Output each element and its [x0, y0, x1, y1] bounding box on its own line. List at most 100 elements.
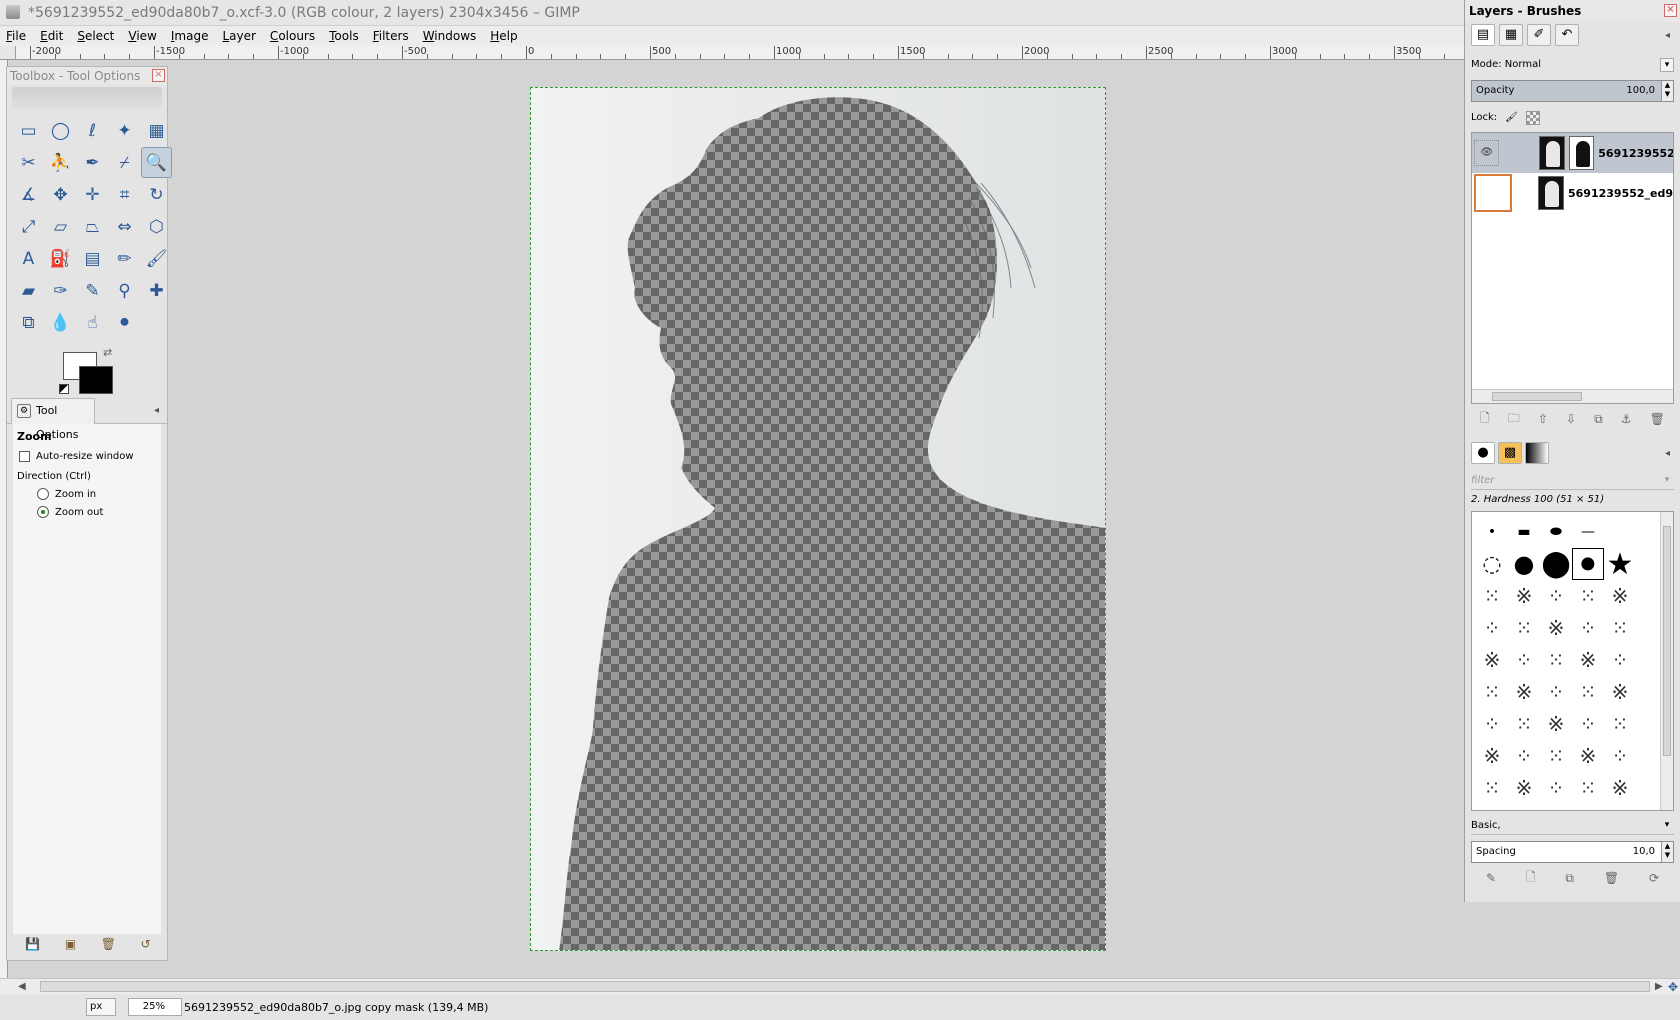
perspective-tool-icon[interactable]: ⏢ — [77, 211, 108, 242]
menu-image[interactable]: Image — [171, 29, 209, 43]
tab-channels[interactable]: ▦ — [1499, 24, 1523, 46]
zoom-tool-icon[interactable]: 🔍 — [141, 147, 172, 178]
brush-thumbnail[interactable]: ⁙ — [1540, 740, 1572, 772]
brush-thumbnail[interactable]: ⁘ — [1508, 644, 1540, 676]
horizontal-ruler[interactable]: -2000 -1500 -1000 -500 0 500 1000 1500 2000 2500 3… — [16, 46, 1495, 60]
brush-thumbnail[interactable]: ⁘ — [1540, 772, 1572, 804]
rect-select-tool-icon[interactable]: ▭ — [13, 115, 44, 146]
brush-thumbnail[interactable]: ⁘ — [1476, 708, 1508, 740]
clone-tool-icon[interactable]: ⚲ — [109, 275, 140, 306]
brushes-dock-menu-icon[interactable]: ◂ — [1665, 448, 1670, 459]
brush-thumbnail[interactable]: ★ — [1604, 547, 1636, 582]
brush-vertical-scrollbar[interactable] — [1660, 512, 1673, 810]
menu-help[interactable]: Help — [490, 29, 517, 43]
navigate-icon[interactable]: ✥ — [1668, 980, 1678, 994]
brush-thumbnail[interactable]: ⁘ — [1604, 740, 1636, 772]
duplicate-brush-icon[interactable]: ⧉ — [1565, 871, 1574, 886]
brush-thumbnail[interactable]: ※ — [1508, 580, 1540, 612]
layer-name[interactable]: 5691239552 — [1598, 147, 1673, 160]
new-brush-icon[interactable]: 🗋 — [1526, 868, 1536, 889]
zoom-in-radio[interactable] — [37, 488, 49, 500]
fuzzy-select-tool-icon[interactable]: ✦ — [109, 115, 140, 146]
align-tool-icon[interactable]: ✛ — [77, 179, 108, 210]
pencil-tool-icon[interactable]: ✏ — [109, 243, 140, 274]
delete-brush-icon[interactable]: 🗑 — [1604, 871, 1619, 885]
flip-tool-icon[interactable]: ⇔ — [109, 211, 140, 242]
brush-thumbnail[interactable]: ⁙ — [1508, 708, 1540, 740]
tab-brushes[interactable]: ● — [1471, 442, 1495, 464]
brush-thumbnail[interactable]: ※ — [1476, 644, 1508, 676]
measure-tool-icon[interactable]: ∡ — [13, 179, 44, 210]
opacity-slider[interactable]: Opacity 100,0 ▲ ▼ — [1471, 80, 1674, 102]
auto-resize-option[interactable]: Auto-resize window — [13, 447, 161, 465]
brush-thumbnail[interactable]: ※ — [1508, 676, 1540, 708]
lock-pixels-icon[interactable]: 🖌 — [1505, 108, 1518, 128]
brush-thumbnail[interactable]: ⁙ — [1476, 580, 1508, 612]
spacing-slider[interactable]: Spacing 10,0 ▲ ▼ — [1471, 841, 1674, 863]
menu-view[interactable]: View — [128, 29, 156, 43]
brush-thumbnail[interactable]: ※ — [1604, 676, 1636, 708]
layer-visibility-toggle[interactable] — [1474, 174, 1512, 212]
brush-thumbnail[interactable]: ⁘ — [1604, 644, 1636, 676]
smudge-tool-icon[interactable]: ☝ — [77, 307, 108, 338]
menu-file[interactable]: File — [6, 29, 26, 43]
shear-tool-icon[interactable]: ▱ — [45, 211, 76, 242]
refresh-brushes-icon[interactable]: ⟳ — [1649, 871, 1659, 885]
wilber-drop-area[interactable] — [12, 87, 162, 109]
crop-tool-icon[interactable]: ⌗ — [109, 179, 140, 210]
text-tool-icon[interactable]: A — [13, 243, 44, 274]
brush-thumbnail[interactable]: ⁘ — [1540, 580, 1572, 612]
tab-gradients[interactable] — [1525, 442, 1549, 464]
menu-edit[interactable]: Edit — [40, 29, 63, 43]
menu-layer[interactable]: Layer — [222, 29, 255, 43]
brush-thumbnail[interactable]: ⁙ — [1572, 772, 1604, 804]
brush-thumbnail[interactable]: ● — [1508, 548, 1540, 580]
anchor-layer-icon[interactable]: ⚓ — [1621, 412, 1632, 426]
spacing-spinner[interactable]: ▲ ▼ — [1661, 842, 1673, 862]
ellipse-select-tool-icon[interactable]: ◯ — [45, 115, 76, 146]
lock-alpha-icon[interactable] — [1525, 111, 1540, 125]
bucket-fill-tool-icon[interactable]: ⛽ — [45, 243, 76, 274]
menu-select[interactable]: Select — [77, 29, 114, 43]
scroll-right-icon[interactable]: ▶ — [1655, 981, 1663, 992]
rotate-tool-icon[interactable]: ↻ — [141, 179, 172, 210]
brush-preset-select[interactable]: Basic, ▾ — [1471, 817, 1674, 835]
eraser-tool-icon[interactable]: ▰ — [13, 275, 44, 306]
scrollbar-thumb[interactable] — [40, 981, 1650, 992]
delete-layer-icon[interactable]: 🗑 — [1650, 412, 1665, 426]
new-layer-group-icon[interactable]: 🗀 — [1508, 409, 1520, 430]
save-options-icon[interactable]: 💾 — [25, 937, 40, 951]
paintbrush-tool-icon[interactable]: 🖌 — [141, 243, 172, 274]
image-canvas[interactable] — [530, 87, 1106, 951]
brush-filter-input[interactable]: filter ▾ — [1471, 472, 1674, 490]
color-picker-tool-icon[interactable]: ⌿ — [109, 147, 140, 178]
tab-paths[interactable]: ✐ — [1527, 24, 1551, 46]
edit-brush-icon[interactable]: ✎ — [1486, 871, 1496, 885]
brush-thumbnail[interactable]: ⁙ — [1572, 580, 1604, 612]
menu-colours[interactable]: Colours — [270, 29, 315, 43]
brush-thumbnail[interactable]: ⁘ — [1572, 612, 1604, 644]
brush-thumbnail[interactable]: ⁘ — [1572, 708, 1604, 740]
zoom-select[interactable]: 25% — [128, 998, 182, 1016]
brush-thumbnail[interactable]: ※ — [1572, 644, 1604, 676]
brush-thumbnail[interactable]: ⁙ — [1508, 612, 1540, 644]
brush-thumbnail[interactable]: • — [1476, 516, 1508, 548]
brush-thumbnail[interactable]: ⬤ — [1540, 548, 1572, 580]
free-select-tool-icon[interactable]: ℓ — [77, 115, 108, 146]
reset-options-icon[interactable]: ↺ — [141, 937, 151, 951]
brush-thumbnail[interactable]: ◌ — [1476, 548, 1508, 580]
brush-thumbnail[interactable]: ⁘ — [1508, 740, 1540, 772]
brush-thumbnail[interactable]: ⁙ — [1476, 676, 1508, 708]
scrollbar-thumb[interactable] — [1663, 526, 1671, 756]
quick-mask-toggle[interactable] — [0, 46, 16, 60]
scissors-tool-icon[interactable]: ✂ — [13, 147, 44, 178]
brush-thumbnail[interactable] — [1604, 516, 1636, 548]
layer-row[interactable]: 👁 5691239552 — [1472, 133, 1673, 173]
dock-menu-icon[interactable]: ◂ — [1665, 30, 1670, 41]
blur-tool-icon[interactable]: 💧 — [45, 307, 76, 338]
airbrush-tool-icon[interactable]: ✑ — [45, 275, 76, 306]
move-tool-icon[interactable]: ✥ — [45, 179, 76, 210]
raise-layer-icon[interactable]: ⇧ — [1538, 412, 1548, 426]
foreground-select-tool-icon[interactable]: ⛹ — [45, 147, 76, 178]
scale-tool-icon[interactable]: ⤢ — [13, 211, 44, 242]
